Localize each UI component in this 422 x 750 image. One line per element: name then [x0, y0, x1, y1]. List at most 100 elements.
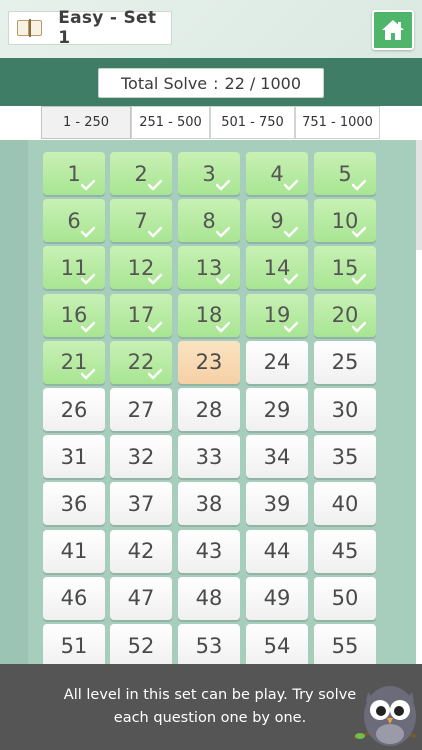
- level-tile-44[interactable]: 44: [246, 529, 308, 573]
- level-tile-36[interactable]: 36: [43, 482, 105, 526]
- level-tile-42[interactable]: 42: [110, 529, 172, 573]
- total-count: 1000: [260, 73, 301, 93]
- level-number: 39: [263, 491, 291, 516]
- level-tile-16[interactable]: 16: [43, 293, 105, 337]
- checkmark-icon: [352, 274, 366, 286]
- level-tile-24[interactable]: 24: [246, 340, 308, 384]
- checkmark-icon: [216, 274, 230, 286]
- checkmark-icon: [81, 179, 95, 191]
- tab-751-1000[interactable]: 751 - 1000: [295, 106, 380, 139]
- level-tile-52[interactable]: 52: [110, 624, 172, 664]
- level-tile-15[interactable]: 15: [314, 246, 376, 290]
- level-tile-38[interactable]: 38: [178, 482, 240, 526]
- level-number: 35: [331, 444, 359, 469]
- level-tile-9[interactable]: 9: [246, 199, 308, 243]
- level-tile-25[interactable]: 25: [314, 340, 376, 384]
- level-tile-50[interactable]: 50: [314, 576, 376, 620]
- level-number: 26: [60, 397, 88, 422]
- level-tile-39[interactable]: 39: [246, 482, 308, 526]
- level-tile-12[interactable]: 12: [110, 246, 172, 290]
- level-number: 33: [195, 444, 223, 469]
- total-solve-separator: :: [213, 73, 219, 93]
- level-tile-46[interactable]: 46: [43, 576, 105, 620]
- level-tile-28[interactable]: 28: [178, 388, 240, 431]
- home-button[interactable]: [372, 10, 414, 50]
- level-tile-49[interactable]: 49: [246, 576, 308, 620]
- checkmark-icon: [148, 321, 162, 333]
- checkmark-icon: [352, 226, 366, 238]
- level-tile-32[interactable]: 32: [110, 435, 172, 479]
- level-number: 50: [331, 586, 359, 611]
- tab-1-250[interactable]: 1 - 250: [41, 106, 131, 139]
- level-tile-19[interactable]: 19: [246, 293, 308, 337]
- level-tile-43[interactable]: 43: [178, 529, 240, 573]
- level-grid[interactable]: 1 2 3 4 5 6 7 8 9 10 11 12 13 14 15 16 17 18 19 20 21 22 23 24 2…: [28, 140, 416, 664]
- level-number: 47: [127, 586, 155, 611]
- level-tile-34[interactable]: 34: [246, 435, 308, 479]
- level-tile-2[interactable]: 2: [110, 152, 172, 195]
- level-tile-6[interactable]: 6: [43, 199, 105, 243]
- level-tile-23[interactable]: 23: [178, 340, 240, 384]
- level-number: 51: [60, 633, 88, 658]
- level-tile-47[interactable]: 47: [110, 576, 172, 620]
- checkmark-icon: [284, 226, 298, 238]
- level-tile-18[interactable]: 18: [178, 293, 240, 337]
- level-tile-13[interactable]: 13: [178, 246, 240, 290]
- level-tile-51[interactable]: 51: [43, 624, 105, 664]
- level-tile-14[interactable]: 14: [246, 246, 308, 290]
- level-number: 3: [202, 161, 216, 186]
- checkmark-icon: [81, 368, 95, 380]
- level-number: 2: [134, 161, 148, 186]
- footer-message: All level in this set can be play. Try s…: [63, 687, 357, 726]
- level-number: 41: [60, 539, 88, 564]
- level-number: 49: [263, 586, 291, 611]
- level-number: 6: [67, 208, 81, 233]
- level-number: 36: [60, 491, 88, 516]
- level-tile-29[interactable]: 29: [246, 388, 308, 431]
- level-tile-33[interactable]: 33: [178, 435, 240, 479]
- level-tile-35[interactable]: 35: [314, 435, 376, 479]
- checkmark-icon: [284, 321, 298, 333]
- level-tile-5[interactable]: 5: [314, 152, 376, 195]
- checkmark-icon: [148, 274, 162, 286]
- level-tile-21[interactable]: 21: [43, 340, 105, 384]
- level-tile-4[interactable]: 4: [246, 152, 308, 195]
- level-number: 46: [60, 586, 88, 611]
- level-tile-11[interactable]: 11: [43, 246, 105, 290]
- scrollbar-thumb[interactable]: [416, 140, 422, 250]
- level-tile-45[interactable]: 45: [314, 529, 376, 573]
- tab-label: 1 - 250: [62, 115, 110, 130]
- level-tile-20[interactable]: 20: [314, 293, 376, 337]
- level-tile-48[interactable]: 48: [178, 576, 240, 620]
- level-tile-10[interactable]: 10: [314, 199, 376, 243]
- level-tile-54[interactable]: 54: [246, 624, 308, 664]
- level-number: 38: [195, 491, 223, 516]
- level-tile-8[interactable]: 8: [178, 199, 240, 243]
- level-tile-7[interactable]: 7: [110, 199, 172, 243]
- level-tile-53[interactable]: 53: [178, 624, 240, 664]
- level-number: 32: [127, 444, 155, 469]
- level-tile-31[interactable]: 31: [43, 435, 105, 479]
- level-tile-27[interactable]: 27: [110, 388, 172, 431]
- level-tile-55[interactable]: 55: [314, 624, 376, 664]
- checkmark-icon: [216, 321, 230, 333]
- owl-mascot-icon: [353, 686, 417, 746]
- level-number: 1: [67, 161, 81, 186]
- level-tile-17[interactable]: 17: [110, 293, 172, 337]
- level-tile-41[interactable]: 41: [43, 529, 105, 573]
- level-number: 8: [202, 208, 216, 233]
- level-tile-40[interactable]: 40: [314, 482, 376, 526]
- level-tile-3[interactable]: 3: [178, 152, 240, 195]
- level-tile-1[interactable]: 1: [43, 152, 105, 195]
- total-solve-slash: /: [249, 73, 256, 93]
- level-tile-37[interactable]: 37: [110, 482, 172, 526]
- level-tile-22[interactable]: 22: [110, 340, 172, 384]
- level-tile-26[interactable]: 26: [43, 388, 105, 431]
- checkmark-icon: [216, 226, 230, 238]
- level-number: 44: [263, 539, 291, 564]
- tab-501-750[interactable]: 501 - 750: [210, 106, 295, 139]
- level-number: 55: [331, 633, 359, 658]
- level-tile-30[interactable]: 30: [314, 388, 376, 431]
- tab-251-500[interactable]: 251 - 500: [131, 106, 210, 139]
- level-number: 53: [195, 633, 223, 658]
